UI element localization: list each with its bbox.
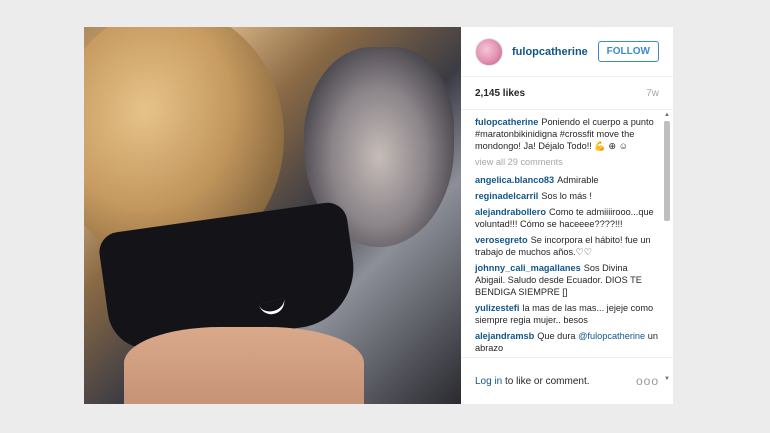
comments-list[interactable]: fulopcatherine Poniendo el cuerpo a punto…	[461, 110, 673, 357]
scroll-down-icon[interactable]: ▼	[663, 375, 671, 383]
login-link[interactable]: Log in	[475, 376, 502, 387]
comment-username[interactable]: yulizestefi	[475, 303, 519, 313]
view-all-comments-link[interactable]: view all 29 comments	[475, 156, 659, 168]
list-item: reginadelcarril Sos lo más !	[475, 190, 659, 202]
post-sidebar: fulopcatherine FOLLOW 2,145 likes 7w ful…	[461, 27, 673, 404]
list-item: alejandrabollero Como te admiiiirooo...qu…	[475, 206, 659, 230]
post-header: fulopcatherine FOLLOW	[461, 27, 673, 77]
comment-username[interactable]: alejandrabollero	[475, 207, 546, 217]
post-modal: fulopcatherine FOLLOW 2,145 likes 7w ful…	[84, 27, 673, 404]
header-username[interactable]: fulopcatherine	[512, 46, 598, 58]
comment-text: Que dura	[537, 331, 576, 341]
photo-torso-shape	[124, 327, 364, 404]
comment-username[interactable]: reginadelcarril	[475, 191, 538, 201]
list-item: johnny_cali_magallanes Sos Divina Abigail…	[475, 262, 659, 298]
comment-text: Sos lo más !	[541, 191, 592, 201]
scrollbar-thumb[interactable]	[664, 121, 670, 221]
comment-username[interactable]: johnny_cali_magallanes	[475, 263, 581, 273]
post-photo[interactable]	[84, 27, 461, 404]
more-options-icon[interactable]: ooo	[636, 374, 659, 388]
login-prompt-text: to like or comment.	[505, 375, 590, 387]
caption: fulopcatherine Poniendo el cuerpo a punto…	[475, 116, 659, 152]
scroll-up-icon[interactable]: ▲	[663, 111, 671, 119]
post-time[interactable]: 7w	[646, 88, 659, 99]
login-prompt: Log in to like or comment.	[475, 376, 590, 387]
comments-scrollbar[interactable]: ▲ ▼	[663, 111, 671, 383]
comment-username[interactable]: verosegreto	[475, 235, 528, 245]
list-item: alejandramsb Que dura @fulopcatherine un …	[475, 330, 659, 354]
comment-mention-link[interactable]: @fulopcatherine	[578, 331, 645, 341]
post-stats: 2,145 likes 7w	[461, 77, 673, 110]
comment-text: Admirable	[557, 175, 599, 185]
comment-username[interactable]: angelica.blanco83	[475, 175, 554, 185]
avatar[interactable]	[475, 37, 503, 66]
list-item: yulizestefi la mas de las mas... jejeje c…	[475, 302, 659, 326]
comment-username[interactable]: alejandramsb	[475, 331, 534, 341]
likes-count[interactable]: 2,145 likes	[475, 88, 525, 99]
list-item: angelica.blanco83 Admirable	[475, 174, 659, 186]
caption-username[interactable]: fulopcatherine	[475, 117, 538, 127]
follow-button[interactable]: FOLLOW	[597, 41, 659, 62]
post-footer: Log in to like or comment. ooo	[461, 357, 673, 404]
list-item: verosegreto Se incorpora el hábito! fue u…	[475, 234, 659, 258]
